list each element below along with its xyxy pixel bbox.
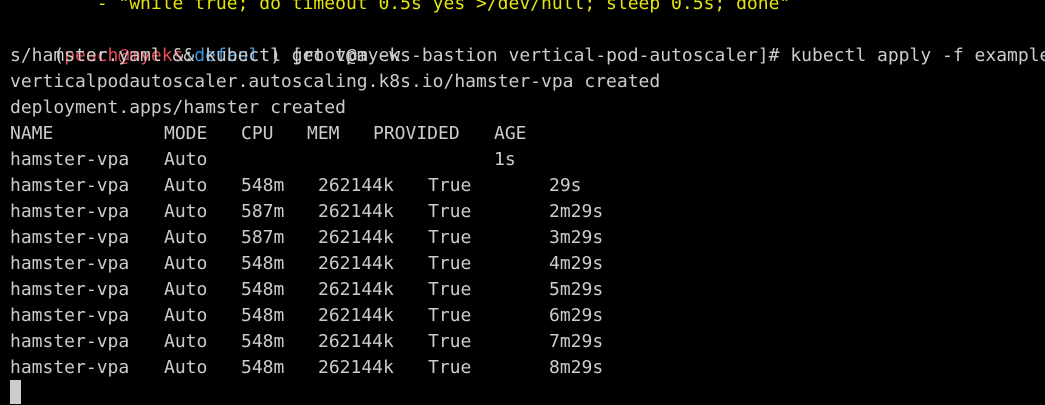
cell-mem: 262144k [318,279,394,300]
cell-provided: True [428,357,472,378]
cell-cpu: 548m [241,357,285,378]
output-line: deployment.apps/hamster created [10,97,346,118]
cell-name: hamster-vpa [10,175,130,196]
terminal-window[interactable]: - "while true; do timeout 0.5s yes >/dev… [0,0,1045,405]
table-row: hamster-vpa Auto 1s [10,147,1030,173]
cell-cpu: 548m [241,305,285,326]
cell-mem: 262144k [318,253,394,274]
cell-name: hamster-vpa [10,357,130,378]
cell-name: hamster-vpa [10,331,130,352]
cell-mode: Auto [164,357,208,378]
cell-mode: Auto [164,279,208,300]
cell-provided: True [428,201,472,222]
cell-mem: 262144k [318,175,394,196]
cell-cpu: 548m [241,175,285,196]
header-name: NAME [10,123,54,144]
cell-age: 4m29s [549,253,604,274]
cell-cpu: 548m [241,279,285,300]
header-provided: PROVIDED [373,123,460,144]
cell-provided: True [428,331,472,352]
cell-name: hamster-vpa [10,305,130,326]
header-cpu: CPU [241,123,274,144]
cell-mode: Auto [164,201,208,222]
cell-cpu: 548m [241,331,285,352]
output-line: verticalpodautoscaler.autoscaling.k8s.io… [10,71,661,92]
table-row: hamster-vpa Auto 548m 262144k True 8m29s [10,355,1030,381]
cell-provided: True [428,253,472,274]
table-row: hamster-vpa Auto 587m 262144k True 2m29s [10,199,1030,225]
cell-provided: True [428,175,472,196]
cell-provided: True [428,305,472,326]
header-mem: MEM [307,123,340,144]
command-continuation: s/hamster.yaml && kubectl get vpa -w [10,45,401,66]
command-text: kubectl apply -f example [790,45,1045,66]
header-mode: MODE [164,123,208,144]
cell-mem: 262144k [318,331,394,352]
cell-age: 6m29s [549,305,604,326]
cell-mode: Auto [164,331,208,352]
cell-age: 8m29s [549,357,604,378]
table-row: hamster-vpa Auto 548m 262144k True 5m29s [10,277,1030,303]
cell-mem: 262144k [318,305,394,326]
cell-provided: True [428,227,472,248]
table-row: hamster-vpa Auto 548m 262144k True 7m29s [10,329,1030,355]
cell-name: hamster-vpa [10,279,130,300]
header-age: AGE [494,123,527,144]
cell-name: hamster-vpa [10,227,130,248]
table-row: hamster-vpa Auto 548m 262144k True 29s [10,173,1030,199]
cell-name: hamster-vpa [10,149,130,170]
cell-age: 2m29s [549,201,604,222]
cell-mode: Auto [164,149,208,170]
prompt-line: (peach@myeks:default) [root@myeks-bastio… [10,17,1045,66]
cell-age: 5m29s [549,279,604,300]
cell-name: hamster-vpa [10,201,130,222]
cell-age: 7m29s [549,331,604,352]
cell-mem: 262144k [318,201,394,222]
cell-age: 3m29s [549,227,604,248]
cell-mode: Auto [164,305,208,326]
terminal-cursor [10,380,21,404]
cell-age: 29s [549,175,582,196]
cell-cpu: 587m [241,227,285,248]
cell-mode: Auto [164,175,208,196]
table-row: hamster-vpa Auto 548m 262144k True 6m29s [10,303,1030,329]
cell-name: hamster-vpa [10,253,130,274]
cell-mem: 262144k [318,357,394,378]
table-row: hamster-vpa Auto 548m 262144k True 4m29s [10,251,1030,277]
cell-cpu: 548m [241,253,285,274]
cell-mode: Auto [164,253,208,274]
cell-age: 1s [494,149,516,170]
cell-mode: Auto [164,227,208,248]
cell-mem: 262144k [318,227,394,248]
cell-provided: True [428,279,472,300]
cell-cpu: 587m [241,201,285,222]
table-row: hamster-vpa Auto 587m 262144k True 3m29s [10,225,1030,251]
scrolled-output-line: - "while true; do timeout 0.5s yes >/dev… [10,0,791,14]
table-header: NAME MODE CPU MEM PROVIDED AGE [10,121,1030,147]
